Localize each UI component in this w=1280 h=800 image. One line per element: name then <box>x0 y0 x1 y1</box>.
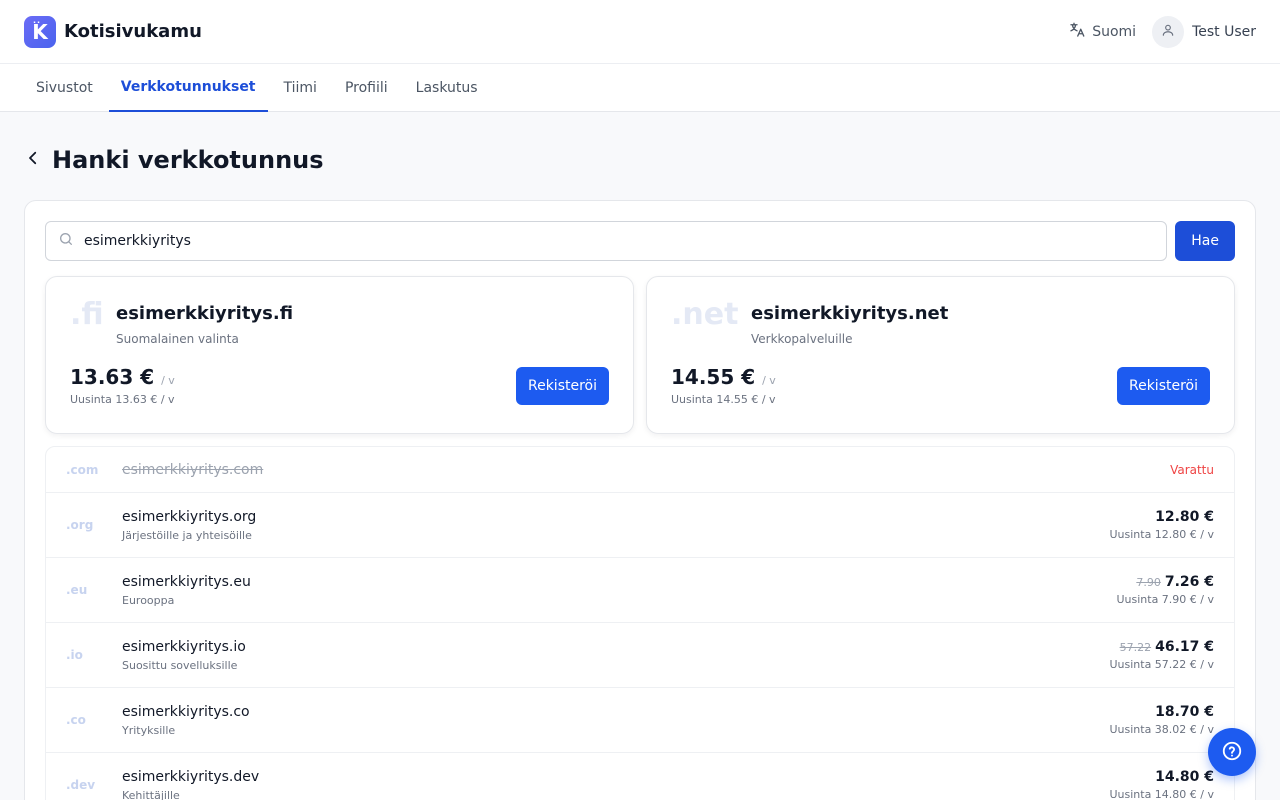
domain-info: esimerkkiyritys.com <box>122 462 1170 478</box>
domain-price-line: 57.22 46.17 € <box>1109 639 1214 655</box>
register-button-net[interactable]: Rekisteröi <box>1116 367 1210 405</box>
featured-price: 14.55 € <box>671 365 756 389</box>
domain-renewal: Uusinta 57.22 € / v <box>1109 658 1214 671</box>
tab-sivustot[interactable]: Sivustot <box>24 64 105 112</box>
domain-pricing: 57.22 46.17 € Uusinta 57.22 € / v <box>1109 639 1214 671</box>
search-row: Hae <box>45 221 1235 261</box>
featured-period: / v <box>161 374 175 387</box>
user-name: Test User <box>1192 23 1256 40</box>
domain-tld: .org <box>66 518 94 532</box>
list-item[interactable]: .dev esimerkkiyritys.dev Kehittäjille 14… <box>46 753 1234 800</box>
domain-renewal: Uusinta 7.90 € / v <box>1116 593 1214 606</box>
domain-description: Suosittu sovelluksille <box>122 658 238 672</box>
register-button-fi[interactable]: Rekisteröi <box>515 367 609 405</box>
domain-price-line: 7.90 7.26 € <box>1116 574 1214 590</box>
featured-description: Suomalainen valinta <box>116 332 239 346</box>
domain-tld: .dev <box>66 778 96 792</box>
list-item[interactable]: .io esimerkkiyritys.io Suosittu sovelluk… <box>46 623 1234 688</box>
domain-renewal: Uusinta 14.80 € / v <box>1109 788 1214 800</box>
domain-description: Järjestöille ja yhteisöille <box>122 528 252 542</box>
domain-description: Eurooppa <box>122 593 175 607</box>
domain-price: 14.80 € <box>1155 769 1214 785</box>
domain-pricing: 7.90 7.26 € Uusinta 7.90 € / v <box>1116 574 1214 606</box>
language-label: Suomi <box>1092 23 1137 40</box>
domain-description: Kehittäjille <box>122 788 180 800</box>
tab-verkkotunnukset[interactable]: Verkkotunnukset <box>108 64 268 112</box>
domain-list: .com esimerkkiyritys.com Varattu .org es… <box>45 446 1235 800</box>
domain-name: esimerkkiyritys.org <box>122 508 257 525</box>
domain-tld: .eu <box>66 583 88 597</box>
featured-description: Verkkopalveluille <box>751 332 853 346</box>
logo-dots: ·· <box>33 17 42 27</box>
domain-tld: .co <box>66 713 86 727</box>
domain-price: 18.70 € <box>1155 704 1214 720</box>
domain-pricing: 14.80 € Uusinta 14.80 € / v <box>1109 769 1214 800</box>
search-button[interactable]: Hae <box>1175 221 1235 261</box>
domain-name: esimerkkiyritys.io <box>122 638 246 655</box>
featured-domain-name: esimerkkiyritys.fi <box>116 303 294 324</box>
domain-info: esimerkkiyritys.org Järjestöille ja yhte… <box>122 509 1109 542</box>
search-input[interactable] <box>84 233 1155 249</box>
featured-price-block: 13.63 € / v <box>70 365 175 389</box>
domain-description: Yrityksille <box>122 723 176 737</box>
domain-name: esimerkkiyritys.eu <box>122 573 251 590</box>
domain-tld: .com <box>66 462 99 477</box>
featured-price-block: 14.55 € / v <box>671 365 776 389</box>
domain-info: esimerkkiyritys.io Suosittu sovelluksill… <box>122 639 1109 672</box>
tab-profiili[interactable]: Profiili <box>333 64 400 112</box>
user-icon <box>1161 23 1175 41</box>
help-button[interactable] <box>1208 728 1256 776</box>
brand[interactable]: ·· K Kotisivukamu <box>24 15 202 48</box>
featured-tld: .fi <box>70 297 104 332</box>
avatar <box>1152 15 1185 48</box>
featured-period: / v <box>762 374 776 387</box>
list-item[interactable]: .co esimerkkiyritys.co Yrityksille 18.70… <box>46 688 1234 753</box>
top-bar: ·· K Kotisivukamu Suomi Test User <box>0 0 1280 64</box>
domain-pricing: 12.80 € Uusinta 12.80 € / v <box>1109 509 1214 541</box>
language-selector[interactable]: Suomi <box>1068 21 1136 43</box>
featured-domains: .fi esimerkkiyritys.fi Suomalainen valin… <box>45 276 1235 434</box>
featured-renewal: Uusinta 13.63 € / v <box>70 393 175 406</box>
app-logo: ·· K <box>24 15 56 48</box>
header-actions: Suomi Test User <box>1068 15 1256 48</box>
domain-info: esimerkkiyritys.co Yrityksille <box>122 704 1109 737</box>
list-item[interactable]: .org esimerkkiyritys.org Järjestöille ja… <box>46 493 1234 558</box>
help-circle-icon <box>1221 740 1243 765</box>
status-badge: Varattu <box>1170 462 1214 477</box>
domain-name: esimerkkiyritys.dev <box>122 768 260 785</box>
domain-tld: .io <box>66 648 83 662</box>
user-menu[interactable]: Test User <box>1152 15 1256 48</box>
page-title: Hanki verkkotunnus <box>52 146 324 174</box>
featured-card-net: .net esimerkkiyritys.net Verkkopalveluil… <box>646 276 1235 434</box>
domain-search-panel: Hae .fi esimerkkiyritys.fi Suomalainen v… <box>24 200 1256 800</box>
domain-price: 46.17 € <box>1155 639 1214 655</box>
list-item: .com esimerkkiyritys.com Varattu <box>46 447 1234 493</box>
domain-price: 12.80 € <box>1155 509 1214 525</box>
translate-icon <box>1068 21 1086 43</box>
tab-tiimi[interactable]: Tiimi <box>272 64 329 112</box>
domain-name: esimerkkiyritys.com <box>122 461 264 478</box>
featured-renewal: Uusinta 14.55 € / v <box>671 393 776 406</box>
search-box <box>45 221 1168 261</box>
domain-renewal: Uusinta 12.80 € / v <box>1109 528 1214 541</box>
featured-tld: .net <box>671 297 739 332</box>
list-item[interactable]: .eu esimerkkiyritys.eu Eurooppa 7.90 7.26… <box>46 558 1234 623</box>
domain-old-price: 7.90 <box>1136 576 1161 589</box>
domain-info: esimerkkiyritys.dev Kehittäjille <box>122 769 1109 800</box>
page-header: Hanki verkkotunnus <box>0 112 1280 208</box>
domain-price: 7.26 € <box>1164 574 1214 590</box>
domain-name: esimerkkiyritys.co <box>122 703 250 720</box>
featured-card-fi: .fi esimerkkiyritys.fi Suomalainen valin… <box>45 276 634 434</box>
domain-pricing: 18.70 € Uusinta 38.02 € / v <box>1109 704 1214 736</box>
featured-domain-name: esimerkkiyritys.net <box>751 303 949 324</box>
domain-info: esimerkkiyritys.eu Eurooppa <box>122 574 1116 607</box>
domain-old-price: 57.22 <box>1119 641 1152 654</box>
app-name: Kotisivukamu <box>64 21 202 42</box>
main-tabs: Sivustot Verkkotunnukset Tiimi Profiili … <box>0 64 1280 112</box>
tab-laskutus[interactable]: Laskutus <box>404 64 490 112</box>
chevron-left-icon[interactable] <box>24 149 42 171</box>
featured-price: 13.63 € <box>70 365 155 389</box>
domain-renewal: Uusinta 38.02 € / v <box>1109 723 1214 736</box>
search-icon <box>58 231 74 251</box>
